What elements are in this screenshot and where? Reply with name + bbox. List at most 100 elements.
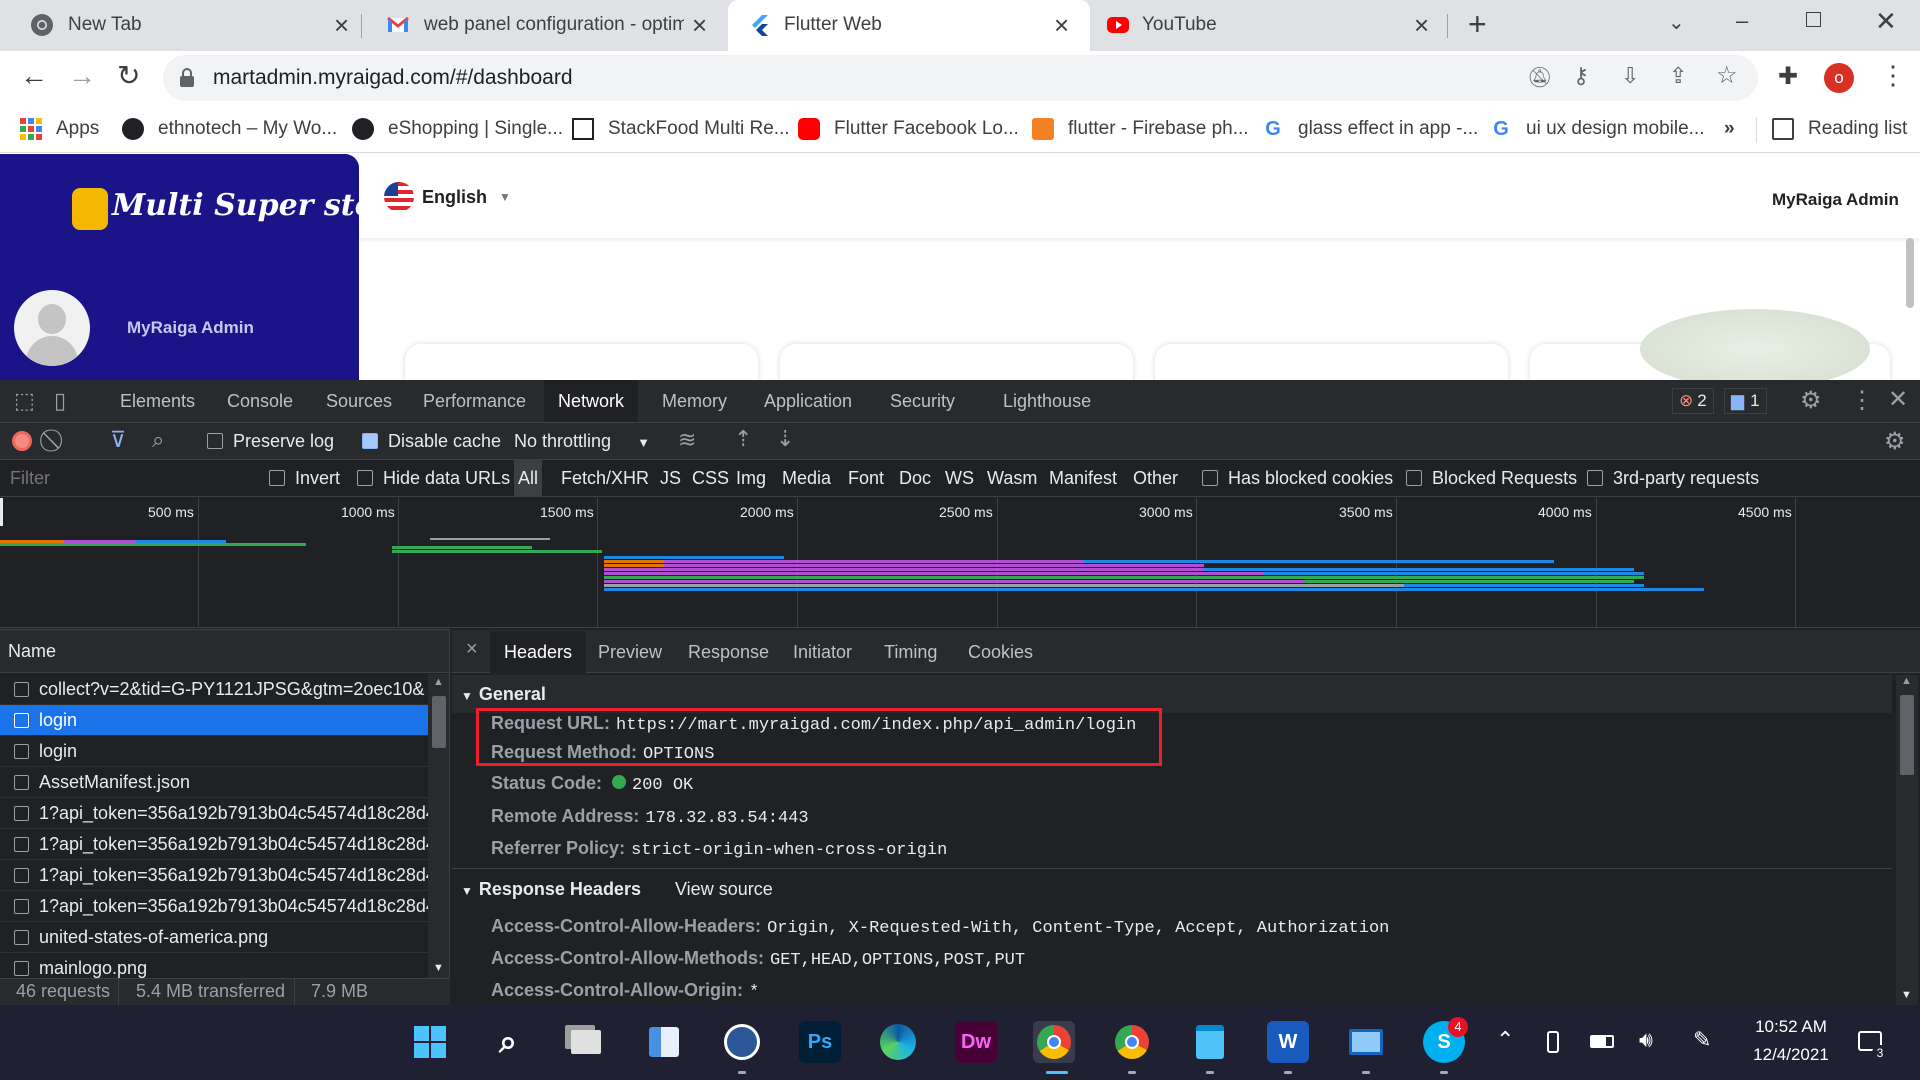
- table-row[interactable]: collect?v=2&tid=G-PY1121JPSG&gtm=2oec10&: [0, 674, 428, 705]
- filter-css[interactable]: CSS: [692, 460, 729, 496]
- install-icon[interactable]: ⇩: [1621, 63, 1639, 89]
- bookmark-glass-effect[interactable]: Gglass effect in app -...: [1262, 115, 1478, 143]
- pen-icon[interactable]: ✎: [1693, 1027, 1711, 1053]
- filter-wasm[interactable]: Wasm: [987, 460, 1037, 496]
- bookmark-ethnotech[interactable]: ethnotech – My Wo...: [122, 115, 337, 143]
- tab-lighthouse[interactable]: Lighthouse: [1003, 380, 1091, 422]
- tab-search-icon[interactable]: ⌄: [1668, 10, 1685, 35]
- chrome-profile-icon[interactable]: [1111, 1021, 1153, 1063]
- reading-list-button[interactable]: Reading list: [1772, 115, 1907, 143]
- filter-fetch-xhr[interactable]: Fetch/XHR: [561, 460, 649, 496]
- export-har-icon[interactable]: ⇣: [776, 426, 794, 452]
- app-icon[interactable]: [721, 1021, 763, 1063]
- more-options-icon[interactable]: ⋮: [1850, 386, 1874, 415]
- tab-elements[interactable]: Elements: [120, 380, 195, 422]
- preserve-log-checkbox[interactable]: Preserve log: [207, 423, 334, 459]
- tab-preview[interactable]: Preview: [598, 631, 662, 673]
- reload-icon[interactable]: ↻: [117, 59, 140, 92]
- tab-cookies[interactable]: Cookies: [968, 631, 1033, 673]
- tab-performance[interactable]: Performance: [423, 380, 526, 422]
- word-icon[interactable]: W: [1267, 1021, 1309, 1063]
- share-icon[interactable]: ⇪: [1669, 63, 1687, 89]
- filter-js[interactable]: JS: [660, 460, 681, 496]
- microphone-icon[interactable]: [1547, 1031, 1559, 1053]
- scroll-down-icon[interactable]: ▼: [1901, 989, 1912, 1001]
- lock-icon[interactable]: [179, 68, 195, 88]
- new-tab-button[interactable]: +: [1468, 6, 1487, 43]
- tab-security[interactable]: Security: [890, 380, 955, 422]
- edge-icon[interactable]: [877, 1021, 919, 1063]
- tab-initiator[interactable]: Initiator: [793, 631, 852, 673]
- throttling-select[interactable]: No throttling ▼: [514, 423, 650, 459]
- table-row[interactable]: 1?api_token=356a192b7913b04c54574d18c28d…: [0, 860, 428, 891]
- tab-headers[interactable]: Headers: [490, 631, 587, 673]
- table-row[interactable]: login: [0, 736, 428, 767]
- task-view-icon[interactable]: [565, 1021, 607, 1063]
- close-window-icon[interactable]: ✕: [1875, 6, 1897, 37]
- tab-gmail[interactable]: web panel configuration - optim ×: [362, 0, 728, 51]
- scroll-up-icon[interactable]: ▲: [433, 676, 444, 688]
- name-column-header[interactable]: Name: [0, 630, 449, 673]
- device-toolbar-icon[interactable]: ▯: [54, 388, 66, 414]
- tab-new-tab[interactable]: New Tab ×: [0, 0, 360, 51]
- notifications-blocked-icon[interactable]: 🔕︎: [1527, 65, 1552, 90]
- scrollbar-thumb[interactable]: [1900, 695, 1914, 775]
- filter-media[interactable]: Media: [782, 460, 831, 496]
- invert-checkbox[interactable]: Invert: [269, 460, 340, 496]
- filter-other[interactable]: Other: [1133, 460, 1178, 496]
- battery-icon[interactable]: [1590, 1035, 1614, 1048]
- tab-sources[interactable]: Sources: [326, 380, 392, 422]
- filter-font[interactable]: Font: [848, 460, 884, 496]
- scrollbar-thumb[interactable]: [432, 696, 446, 748]
- disable-cache-checkbox[interactable]: Disable cache: [362, 423, 501, 459]
- restore-icon[interactable]: [1806, 12, 1821, 27]
- menu-icon[interactable]: ⋮: [1880, 60, 1906, 91]
- error-counter[interactable]: ⊗ 2: [1672, 388, 1714, 414]
- network-overview[interactable]: 500 ms 1000 ms 1500 ms 2000 ms 2500 ms 3…: [0, 498, 1920, 628]
- table-row[interactable]: mainlogo.png: [0, 953, 428, 978]
- admin-name[interactable]: MyRaiga Admin: [1772, 190, 1899, 210]
- close-icon[interactable]: ×: [1414, 10, 1429, 41]
- tab-network[interactable]: Network: [544, 380, 639, 422]
- detail-scrollbar[interactable]: ▲ ▼: [1896, 675, 1918, 1005]
- bookmark-flutter-firebase[interactable]: flutter - Firebase ph...: [1032, 115, 1249, 143]
- close-devtools-icon[interactable]: ✕: [1888, 385, 1908, 414]
- filter-icon[interactable]: ⊽: [110, 427, 126, 453]
- filter-input[interactable]: [4, 463, 250, 493]
- hide-data-urls-checkbox[interactable]: Hide data URLs: [357, 460, 510, 496]
- chrome-taskbar-icon[interactable]: [1033, 1021, 1075, 1063]
- scroll-down-icon[interactable]: ▼: [433, 962, 444, 974]
- third-party-requests-checkbox[interactable]: 3rd-party requests: [1587, 460, 1759, 496]
- import-har-icon[interactable]: ⇡: [734, 426, 752, 452]
- search-icon[interactable]: ⌕: [152, 427, 164, 453]
- close-icon[interactable]: ×: [466, 638, 478, 661]
- bookmark-star-icon[interactable]: ☆: [1716, 61, 1738, 90]
- tab-response[interactable]: Response: [688, 631, 769, 673]
- tab-console[interactable]: Console: [227, 380, 293, 422]
- tab-application[interactable]: Application: [764, 380, 852, 422]
- filter-manifest[interactable]: Manifest: [1049, 460, 1117, 496]
- clock[interactable]: 10:52 AM 12/4/2021: [1736, 1017, 1846, 1065]
- response-headers-section[interactable]: ▼ Response Headers: [461, 870, 641, 908]
- notepad-icon[interactable]: [1189, 1021, 1231, 1063]
- view-source-link[interactable]: View source: [675, 870, 773, 908]
- start-button[interactable]: [409, 1021, 451, 1063]
- list-scrollbar[interactable]: ▲ ▼: [428, 674, 449, 978]
- close-icon[interactable]: ×: [1054, 10, 1069, 41]
- page-scrollbar[interactable]: [1906, 238, 1914, 308]
- table-row[interactable]: united-states-of-america.png: [0, 922, 428, 953]
- address-bar[interactable]: martadmin.myraigad.com/#/dashboard 🔕︎ ⚷ …: [163, 55, 1758, 101]
- profile-avatar[interactable]: o: [1824, 63, 1854, 93]
- close-icon[interactable]: ×: [334, 10, 349, 41]
- settings-gear-icon[interactable]: ⚙: [1800, 386, 1822, 415]
- record-icon[interactable]: [12, 431, 32, 451]
- dreamweaver-icon[interactable]: Dw: [955, 1021, 997, 1063]
- blocked-requests-checkbox[interactable]: Blocked Requests: [1406, 460, 1577, 496]
- scroll-up-icon[interactable]: ▲: [1901, 675, 1912, 687]
- bookmark-eshopping[interactable]: eShopping | Single...: [352, 115, 563, 143]
- volume-icon[interactable]: 🔊︎: [1639, 1027, 1653, 1053]
- bookmark-apps[interactable]: Apps: [20, 115, 99, 143]
- tab-flutter-web[interactable]: Flutter Web ×: [728, 0, 1090, 51]
- tab-memory[interactable]: Memory: [662, 380, 727, 422]
- language-selector[interactable]: English ▼: [384, 182, 511, 212]
